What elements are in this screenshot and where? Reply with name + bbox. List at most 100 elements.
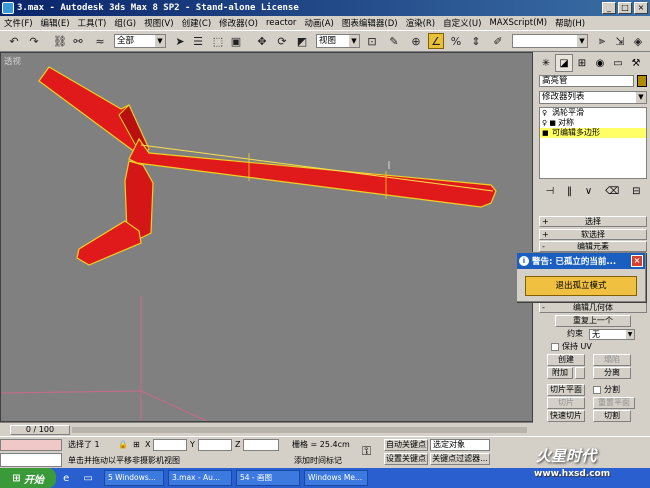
undo-icon[interactable]: ↶ (6, 33, 22, 49)
pin-stack-icon[interactable]: ⊣ (545, 186, 554, 197)
maximize-button[interactable]: □ (618, 2, 632, 14)
select-link-icon[interactable]: ⛓ (52, 33, 68, 49)
z-coord-field[interactable] (243, 439, 279, 451)
mirror-icon[interactable]: ⫸ (594, 33, 610, 49)
edit-named-selection-icon[interactable]: ✐ (490, 33, 506, 49)
constraint-dropdown[interactable]: 无 ▼ (589, 329, 635, 340)
menu-views[interactable]: 视图(V) (140, 17, 177, 29)
menu-tools[interactable]: 工具(T) (74, 17, 111, 29)
repeat-last-button[interactable]: 重复上一个 (555, 315, 631, 327)
unlink-icon[interactable]: ⚯ (70, 33, 86, 49)
menu-graph-editors[interactable]: 图表编辑器(D) (338, 17, 402, 29)
timeline-track[interactable] (72, 427, 527, 433)
pivot-center-icon[interactable]: ⊡ (364, 33, 380, 49)
menu-group[interactable]: 组(G) (110, 17, 140, 29)
menu-customize[interactable]: 自定义(U) (439, 17, 485, 29)
maxscript-listener-white[interactable] (0, 453, 62, 467)
menu-maxscript[interactable]: MAXScript(M) (485, 18, 551, 28)
rectangular-selection-icon[interactable]: ⬚ (210, 33, 226, 49)
slice-plane-button[interactable]: 切片平面 (547, 384, 585, 396)
attach-button[interactable]: 附加 (547, 367, 573, 379)
bulb-icon[interactable]: ♀ ■ (542, 118, 558, 128)
snap-toggle-icon[interactable]: ⊕ (408, 33, 424, 49)
ie-icon[interactable]: e (63, 473, 69, 484)
quick-slice-button[interactable]: 快速切片 (547, 410, 585, 422)
desktop-icon[interactable]: ▭ (83, 473, 92, 484)
select-object-icon[interactable]: ➤ (172, 33, 188, 49)
auto-key-button[interactable]: 自动关键点 (384, 439, 428, 451)
utilities-tab-icon[interactable]: ⚒ (627, 54, 645, 72)
select-move-icon[interactable]: ✥ (254, 33, 270, 49)
key-icon[interactable]: ⚿ (362, 445, 371, 457)
remove-modifier-icon[interactable]: ⌫ (605, 186, 619, 197)
select-scale-icon[interactable]: ◩ (294, 33, 310, 49)
display-tab-icon[interactable]: ▭ (609, 54, 627, 72)
key-filter-dropdown[interactable]: 选定对象 (430, 439, 490, 451)
rollout-edit-elements[interactable]: - 编辑元素 (539, 241, 647, 252)
expand-icon[interactable]: ■ (542, 128, 552, 138)
modifier-list-dropdown[interactable]: 修改器列表 ▼ (539, 91, 647, 104)
selection-filter-dropdown[interactable]: 全部 ▼ (114, 34, 166, 48)
lock-selection-icon[interactable]: 🔒 (118, 439, 128, 451)
menu-rendering[interactable]: 渲染(R) (402, 17, 440, 29)
viewport-label[interactable]: 透视 (4, 55, 21, 67)
named-selection-dropdown[interactable]: ▼ (512, 34, 588, 48)
rollout-selection[interactable]: + 选择 (539, 216, 647, 227)
close-icon[interactable]: × (631, 255, 643, 267)
menu-create[interactable]: 创建(C) (178, 17, 216, 29)
reset-plane-button[interactable]: 重置平面 (593, 397, 635, 409)
pipe-object[interactable] (38, 66, 497, 266)
create-tab-icon[interactable]: ✳ (537, 54, 555, 72)
spinner-snap-icon[interactable]: ⇕ (468, 33, 484, 49)
absolute-mode-icon[interactable]: ⊞ (133, 439, 140, 451)
stack-item-editable-poly[interactable]: ■ 可编辑多边形 (540, 128, 646, 138)
exit-isolation-button[interactable]: 退出孤立模式 (525, 276, 637, 296)
add-time-tag[interactable]: 添加时间标记 (294, 455, 342, 467)
select-rotate-icon[interactable]: ⟳ (274, 33, 290, 49)
attach-list-icon[interactable] (575, 367, 585, 379)
menu-file[interactable]: 文件(F) (0, 17, 37, 29)
start-button[interactable]: ⊞ 开始 (0, 468, 56, 488)
task-paint[interactable]: 54 - 画图 (236, 470, 300, 486)
maxscript-listener-pink[interactable] (0, 439, 62, 451)
perspective-viewport[interactable]: 透视 (0, 52, 533, 422)
hierarchy-tab-icon[interactable]: ⊞ (573, 54, 591, 72)
menu-animation[interactable]: 动画(A) (300, 17, 337, 29)
configure-sets-icon[interactable]: ⊟ (632, 186, 640, 197)
stack-item-turbosmooth[interactable]: ♀ 涡轮平滑 (540, 108, 646, 118)
menu-help[interactable]: 帮助(H) (551, 17, 589, 29)
set-key-button[interactable]: 设置关键点 (384, 453, 428, 465)
task-explorer[interactable]: 5 Windows... (104, 470, 164, 486)
stack-item-symmetry[interactable]: ♀ ■ 对称 (540, 118, 646, 128)
split-checkbox[interactable] (593, 386, 601, 394)
layer-manager-icon[interactable]: ◈ (630, 33, 646, 49)
motion-tab-icon[interactable]: ◉ (591, 54, 609, 72)
reference-coord-dropdown[interactable]: 视图 ▼ (316, 34, 360, 48)
select-manipulate-icon[interactable]: ✎ (386, 33, 402, 49)
show-end-result-icon[interactable]: ‖ (567, 186, 572, 197)
task-messenger[interactable]: Windows Me... (304, 470, 368, 486)
task-3dsmax[interactable]: 3.max - Au... (168, 470, 232, 486)
y-coord-field[interactable] (198, 439, 232, 451)
detach-button[interactable]: 分离 (593, 367, 631, 379)
make-unique-icon[interactable]: ∨ (585, 186, 592, 197)
collapse-button[interactable]: 塌陷 (593, 354, 631, 366)
align-icon[interactable]: ⇲ (612, 33, 628, 49)
percent-snap-icon[interactable]: % (448, 33, 464, 49)
cut-button[interactable]: 切割 (593, 410, 631, 422)
rollout-edit-geometry[interactable]: - 编辑几何体 (539, 302, 647, 313)
preserve-uv-checkbox[interactable] (551, 343, 559, 351)
minimize-button[interactable]: _ (602, 2, 616, 14)
object-color-swatch[interactable] (637, 75, 647, 87)
menu-modifiers[interactable]: 修改器(O) (215, 17, 262, 29)
x-coord-field[interactable] (153, 439, 187, 451)
modify-tab-icon[interactable]: ◪ (555, 54, 573, 72)
menu-reactor[interactable]: reactor (262, 18, 300, 28)
slice-button[interactable]: 切片 (547, 397, 585, 409)
select-by-name-icon[interactable]: ☰ (190, 33, 206, 49)
window-crossing-icon[interactable]: ▣ (228, 33, 244, 49)
create-button[interactable]: 创建 (547, 354, 585, 366)
bind-spacewarp-icon[interactable]: ≈ (92, 33, 108, 49)
rollout-soft-selection[interactable]: + 软选择 (539, 229, 647, 240)
angle-snap-icon[interactable]: ∠ (428, 33, 444, 49)
